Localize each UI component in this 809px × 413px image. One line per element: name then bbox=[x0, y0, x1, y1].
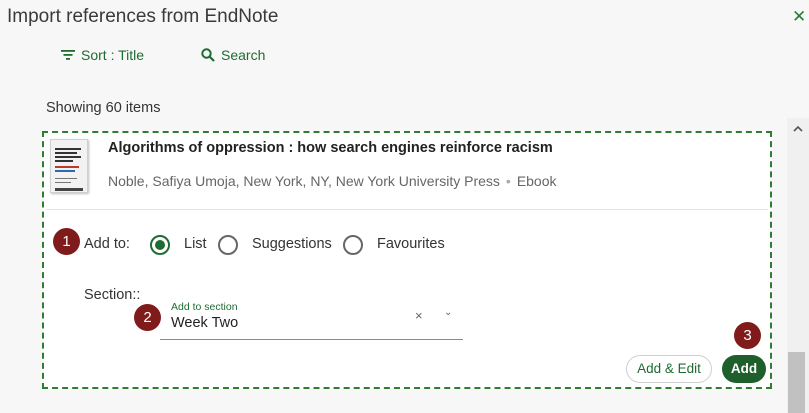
close-icon[interactable]: ✕ bbox=[792, 8, 806, 26]
radio-list-label[interactable]: List bbox=[184, 236, 207, 252]
results-count: Showing 60 items bbox=[46, 100, 161, 116]
search-label: Search bbox=[221, 47, 266, 63]
item-author-publisher: Noble, Safiya Umoja, New York, NY, New Y… bbox=[108, 173, 500, 189]
search-icon bbox=[201, 48, 215, 62]
chevron-down-icon[interactable]: ⌄ bbox=[444, 307, 452, 318]
section-label: Section:: bbox=[84, 287, 141, 303]
radio-suggestions-label[interactable]: Suggestions bbox=[252, 236, 332, 252]
step-badge-1: 1 bbox=[53, 228, 80, 255]
radio-favourites[interactable] bbox=[343, 235, 363, 255]
meta-separator: • bbox=[505, 173, 511, 189]
scrollbar-thumb[interactable] bbox=[788, 352, 805, 413]
book-cover-thumbnail bbox=[50, 139, 88, 193]
section-floating-label: Add to section bbox=[171, 301, 238, 313]
add-button[interactable]: Add bbox=[722, 355, 766, 383]
sort-button[interactable]: Sort : Title bbox=[61, 47, 144, 63]
clear-icon[interactable]: × bbox=[415, 308, 423, 323]
add-to-label: Add to: bbox=[84, 236, 130, 252]
add-and-edit-button[interactable]: Add & Edit bbox=[626, 355, 712, 383]
section-value[interactable]: Week Two bbox=[171, 315, 238, 331]
radio-list[interactable] bbox=[150, 235, 170, 255]
item-format: Ebook bbox=[516, 173, 557, 189]
step-badge-3: 3 bbox=[734, 322, 761, 349]
step-badge-2: 2 bbox=[134, 304, 161, 331]
radio-favourites-label[interactable]: Favourites bbox=[377, 236, 445, 252]
divider bbox=[46, 209, 768, 210]
sort-icon bbox=[61, 49, 75, 61]
item-meta: Noble, Safiya Umoja, New York, NY, New Y… bbox=[108, 173, 557, 189]
scroll-up-icon[interactable] bbox=[792, 121, 804, 132]
section-select[interactable]: Add to section Week Two × ⌄ bbox=[160, 300, 463, 340]
search-button[interactable]: Search bbox=[201, 47, 265, 63]
radio-suggestions[interactable] bbox=[218, 235, 238, 255]
dialog-title: Import references from EndNote bbox=[7, 6, 279, 27]
sort-label: Sort : Title bbox=[81, 47, 145, 63]
item-title[interactable]: Algorithms of oppression : how search en… bbox=[108, 140, 553, 156]
result-card bbox=[42, 131, 772, 389]
